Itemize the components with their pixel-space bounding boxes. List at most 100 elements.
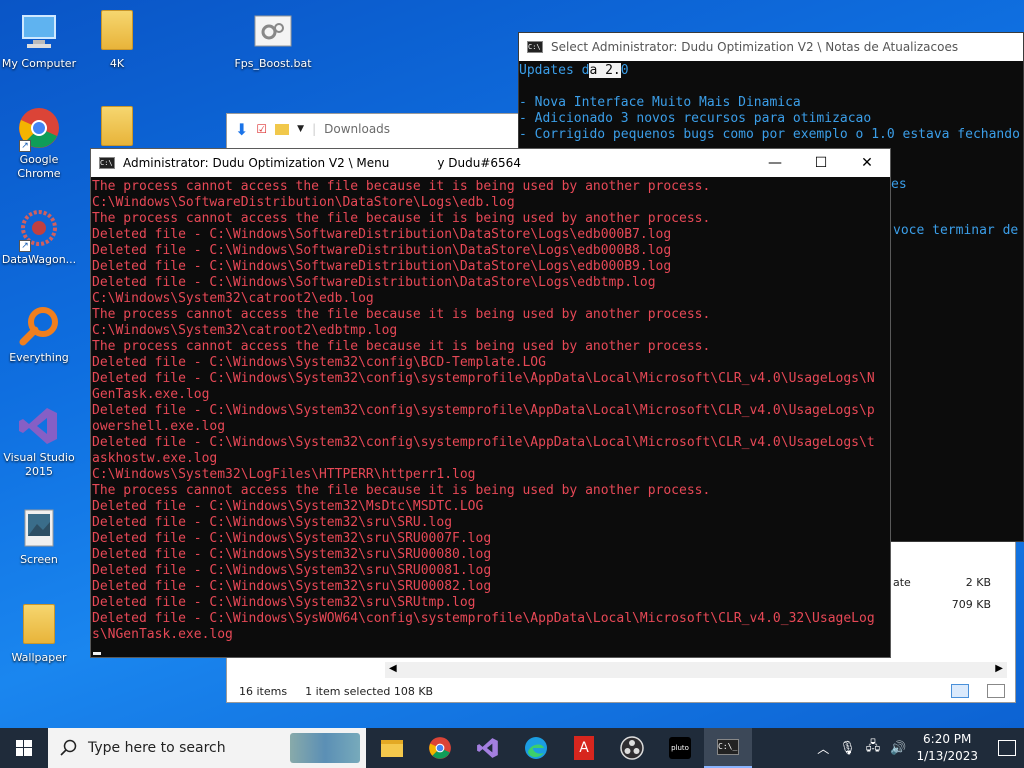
desktop-icon-visual-studio[interactable]: Visual Studio 2015 bbox=[0, 404, 78, 479]
windows-logo-icon bbox=[16, 740, 32, 756]
desktop-icon-fps-boost[interactable]: Fps_Boost.bat bbox=[234, 10, 312, 71]
file-row[interactable]: 2 KB bbox=[966, 576, 991, 589]
taskbar-visual-studio[interactable] bbox=[464, 728, 512, 768]
clock[interactable]: 6:20 PM 1/13/2023 bbox=[916, 731, 978, 765]
file-size: 2 KB bbox=[965, 576, 991, 589]
download-arrow-icon[interactable]: ⬇ bbox=[235, 120, 248, 139]
everything-search-icon bbox=[17, 304, 61, 348]
desktop-icon-google-chrome[interactable]: ↗ Google Chrome bbox=[0, 106, 78, 181]
console-line: Deleted file - C:\Windows\SysWOW64\confi… bbox=[92, 611, 875, 626]
console-line: Deleted file - C:\Windows\System32\sru\S… bbox=[92, 515, 453, 530]
horizontal-scrollbar[interactable]: ◀ ▶ bbox=[385, 662, 1007, 678]
visual-studio-icon bbox=[477, 738, 498, 758]
console-line: Deleted file - C:\Windows\System32\confi… bbox=[92, 371, 875, 386]
file-name-fragment: ate bbox=[893, 576, 911, 589]
properties-icon[interactable]: ☑ bbox=[256, 122, 267, 136]
console-line: The process cannot access the file becau… bbox=[92, 483, 711, 498]
console-line: The process cannot access the file becau… bbox=[92, 339, 711, 354]
window-title-extra: y Dudu#6564 bbox=[437, 156, 521, 170]
folder-icon[interactable] bbox=[275, 123, 290, 135]
pluto-tv-icon: pluto bbox=[669, 737, 691, 759]
search-box[interactable]: Type here to search bbox=[48, 728, 366, 768]
maximize-button[interactable]: ☐ bbox=[798, 149, 844, 177]
datawagon-icon: ↗ bbox=[17, 206, 61, 252]
taskbar-command-prompt[interactable]: C:\_ bbox=[704, 728, 752, 768]
minimize-button[interactable]: — bbox=[752, 149, 798, 177]
clock-time: 6:20 PM bbox=[923, 732, 972, 746]
console-line: Deleted file - C:\Windows\SoftwareDistri… bbox=[92, 243, 672, 258]
console-line: owershell.exe.log bbox=[92, 419, 226, 434]
desktop-icon-screen[interactable]: Screen bbox=[0, 506, 78, 567]
console-line: Deleted file - C:\Windows\System32\sru\S… bbox=[92, 563, 492, 578]
chevron-down-icon[interactable]: ▼ bbox=[297, 124, 304, 134]
window-title: Select Administrator: Dudu Optimization … bbox=[551, 40, 959, 54]
microphone-icon[interactable]: 🎙 bbox=[839, 741, 856, 756]
console-fragment: voce terminar de bbox=[893, 223, 1019, 238]
desktop-icon-label: Fps_Boost.bat bbox=[234, 57, 312, 70]
console-fragment: es bbox=[891, 177, 907, 192]
console-line: Deleted file - C:\Windows\System32\sru\S… bbox=[92, 531, 492, 546]
desktop-icon-my-computer[interactable]: My Computer bbox=[0, 10, 78, 71]
window-title: Administrator: Dudu Optimization V2 \ Me… bbox=[123, 156, 390, 170]
scroll-right-icon[interactable]: ▶ bbox=[995, 663, 1003, 674]
details-view-icon[interactable] bbox=[951, 684, 969, 698]
network-icon[interactable]: 🖧 bbox=[866, 737, 881, 759]
desktop-icon-label: 4K bbox=[109, 57, 125, 70]
file-row[interactable]: 709 KB bbox=[952, 598, 991, 611]
shortcut-arrow-icon: ↗ bbox=[19, 140, 31, 152]
title-bar[interactable]: C:\ Select Administrator: Dudu Optimizat… bbox=[519, 33, 1023, 61]
search-highlight-icon bbox=[290, 733, 360, 763]
scroll-left-icon[interactable]: ◀ bbox=[389, 663, 397, 674]
console-line: Deleted file - C:\Windows\System32\sru\S… bbox=[92, 595, 476, 610]
close-button[interactable]: ✕ bbox=[844, 149, 890, 177]
taskbar-chrome[interactable] bbox=[416, 728, 464, 768]
desktop-icon-datawagon[interactable]: ↗ DataWagon... bbox=[0, 206, 78, 267]
console-window-main[interactable]: C:\ Administrator: Dudu Optimization V2 … bbox=[90, 148, 891, 658]
console-line: GenTask.exe.log bbox=[92, 387, 210, 402]
title-bar[interactable]: C:\ Administrator: Dudu Optimization V2 … bbox=[91, 149, 890, 177]
console-line: The process cannot access the file becau… bbox=[92, 179, 711, 194]
console-output[interactable]: The process cannot access the file becau… bbox=[91, 177, 890, 657]
desktop-icon-folder-2[interactable] bbox=[78, 106, 156, 153]
pdf-icon: A bbox=[574, 736, 594, 760]
command-prompt-icon: C:\ bbox=[527, 41, 543, 53]
taskbar-edge[interactable] bbox=[512, 728, 560, 768]
console-line: Deleted file - C:\Windows\System32\sru\S… bbox=[92, 579, 492, 594]
taskbar-file-explorer[interactable] bbox=[368, 728, 416, 768]
desktop-icon-4k[interactable]: 4K bbox=[78, 10, 156, 71]
desktop-icon-label: Google Chrome bbox=[17, 153, 61, 180]
chrome-icon: ↗ bbox=[17, 106, 61, 152]
visual-studio-icon bbox=[17, 404, 61, 448]
command-prompt-icon: C:\_ bbox=[717, 739, 739, 755]
folder-icon bbox=[17, 604, 61, 648]
search-icon bbox=[60, 739, 77, 756]
start-button[interactable] bbox=[0, 728, 48, 768]
console-output[interactable]: Updates da 2.0 - Nova Interface Muito Ma… bbox=[519, 61, 1023, 143]
item-count: 16 items bbox=[239, 684, 288, 698]
shortcut-arrow-icon: ↗ bbox=[19, 240, 31, 252]
volume-icon[interactable]: 🔊 bbox=[890, 741, 906, 756]
clock-date: 1/13/2023 bbox=[916, 749, 978, 763]
console-line: - Adicionado 3 novos recursos para otimi… bbox=[519, 111, 872, 126]
desktop-icon-label: Wallpaper bbox=[11, 651, 67, 664]
desktop-icon-label: Visual Studio 2015 bbox=[3, 451, 75, 478]
desktop-icon-everything[interactable]: Everything bbox=[0, 304, 78, 365]
console-line: Deleted file - C:\Windows\System32\confi… bbox=[92, 435, 875, 450]
edge-icon bbox=[525, 737, 547, 759]
notification-icon[interactable] bbox=[998, 740, 1016, 756]
large-icons-view-icon[interactable] bbox=[987, 684, 1005, 698]
window-title: Downloads bbox=[324, 122, 391, 136]
desktop-icon-label: Everything bbox=[9, 351, 69, 364]
selected-text: a 2. bbox=[589, 63, 621, 78]
folder-icon bbox=[95, 106, 139, 150]
computer-icon bbox=[17, 10, 61, 54]
taskbar-obs[interactable] bbox=[608, 728, 656, 768]
taskbar-pluto-tv[interactable]: pluto bbox=[656, 728, 704, 768]
desktop-icon-wallpaper[interactable]: Wallpaper bbox=[0, 604, 78, 665]
selection-info: 1 item selected 108 KB bbox=[305, 684, 434, 698]
console-line: Deleted file - C:\Windows\System32\sru\S… bbox=[92, 547, 492, 562]
file-size: 709 KB bbox=[951, 598, 991, 611]
taskbar-acrobat[interactable]: A bbox=[560, 728, 608, 768]
chevron-up-icon[interactable]: ︿ bbox=[817, 740, 829, 757]
console-line: - Nova Interface Muito Mais Dinamica bbox=[519, 95, 801, 110]
